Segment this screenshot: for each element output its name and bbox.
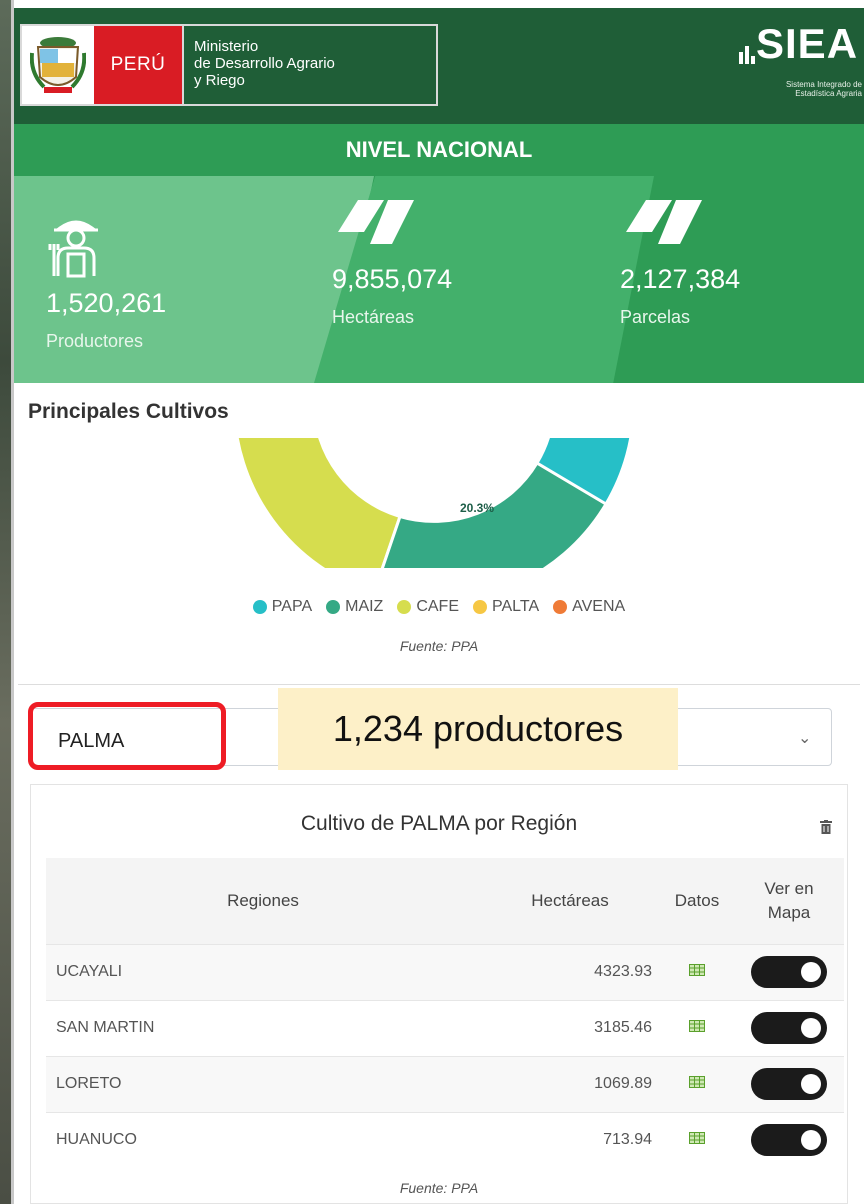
map-toggle[interactable] [734, 1111, 844, 1168]
chart-source: Fuente: PPA [399, 638, 479, 654]
legend-item-palta[interactable]: PALTA [473, 598, 539, 616]
table-row: HUANUCO 713.94 [46, 1111, 844, 1168]
productores-value: 1,520,261 [46, 288, 167, 318]
toggle-switch[interactable] [751, 956, 827, 988]
country-label: PERÚ [94, 26, 182, 104]
table-row: UCAYALI 4323.93 [46, 943, 844, 1000]
chart-legend: PAPA MAIZ CAFE PALTA AVENA [14, 598, 864, 616]
legend-label: PAPA [271, 598, 313, 615]
region-name: LORETO [46, 1055, 480, 1112]
map-icon [626, 200, 702, 244]
header-top-strip [14, 0, 864, 8]
region-hectareas: 713.94 [480, 1111, 660, 1168]
legend-label: PALTA [492, 598, 540, 615]
stat-hectareas: 9,855,074 Hectáreas [332, 264, 452, 328]
bar-chart-icon [739, 46, 755, 64]
nivel-nacional-banner: NIVEL NACIONAL [14, 124, 864, 176]
col-header-regiones[interactable]: Regiones [46, 858, 480, 944]
region-name: UCAYALI [46, 943, 480, 1000]
toggle-knob [801, 1074, 821, 1094]
section-divider [18, 684, 860, 685]
legend-dot [326, 600, 341, 614]
legend-dot [473, 600, 487, 614]
legend-label: MAIZ [345, 598, 384, 615]
trash-icon[interactable] [820, 820, 832, 834]
hectareas-label: Hectáreas [332, 307, 415, 327]
siea-wordmark: SIEA [756, 20, 859, 67]
productores-label: Productores [46, 331, 144, 351]
table-data-icon[interactable] [660, 943, 734, 1000]
farmer-icon [48, 220, 98, 278]
col-header-ver-mapa[interactable]: Ver en Mapa [734, 858, 844, 944]
legend-item-avena[interactable]: AVENA [553, 598, 625, 616]
table-row: SAN MARTIN 3185.46 [46, 999, 844, 1056]
legend-label: CAFE [416, 598, 459, 615]
stat-parcelas: 2,127,384 Parcelas [620, 264, 740, 328]
legend-dot [553, 600, 568, 614]
table-data-icon[interactable] [660, 999, 734, 1056]
ministry-line-2: de Desarrollo Agrario [194, 55, 335, 72]
legend-item-maiz[interactable]: MAIZ [326, 598, 383, 616]
table-data-icon[interactable] [660, 1055, 734, 1112]
regions-table: Regiones Hectáreas Datos Ver en Mapa UCA… [46, 858, 844, 1168]
stat-productores: 1,520,261 Productores [46, 288, 166, 352]
legend-label: AVENA [572, 598, 626, 615]
toggle-knob [801, 962, 821, 982]
productores-callout: 1,234 productores [278, 688, 678, 770]
stats-panel: 1,520,261 Productores 9,855,074 Hectárea… [14, 176, 864, 383]
col-header-hectareas[interactable]: Hectáreas [480, 858, 660, 944]
map-icon [338, 200, 414, 244]
legend-dot [397, 600, 412, 614]
ministry-name: Ministerio de Desarrollo Agrario y Riego [184, 26, 436, 104]
region-name: HUANUCO [46, 1111, 480, 1168]
donut-slice-label: 20.3% [460, 501, 494, 515]
header: PERÚ Ministerio de Desarrollo Agrario y … [14, 0, 864, 124]
legend-dot [252, 600, 267, 614]
table-title: Cultivo de PALMA por Región [300, 812, 578, 835]
parcelas-label: Parcelas [620, 307, 691, 327]
highlight-annotation [28, 702, 226, 770]
map-toggle[interactable] [734, 1055, 844, 1112]
coat-of-arms-icon [22, 26, 94, 104]
toggle-switch[interactable] [751, 1012, 827, 1044]
table-row: LORETO 1069.89 [46, 1055, 844, 1112]
toggle-switch[interactable] [751, 1124, 827, 1157]
col-header-datos[interactable]: Datos [660, 858, 734, 944]
section-title-cultivos: Principales Cultivos [28, 400, 229, 423]
region-hectareas: 3185.46 [480, 999, 660, 1056]
region-hectareas: 4323.93 [480, 943, 660, 1000]
siea-logo[interactable]: SIEA Sistema Integrado de Estadística Ag… [734, 20, 864, 104]
background-window-strip [0, 0, 14, 1204]
region-name: SAN MARTIN [46, 999, 480, 1056]
col-header-ver-line2: Mapa [767, 902, 811, 922]
col-header-ver-line1: Ver en [764, 878, 814, 898]
donut-slice-cafe[interactable] [234, 438, 402, 568]
donut-chart: 20.3% [14, 438, 864, 568]
toggle-switch[interactable] [751, 1068, 827, 1100]
toggle-knob [801, 1018, 821, 1038]
parcelas-value: 2,127,384 [620, 264, 741, 294]
region-hectareas: 1069.89 [480, 1055, 660, 1112]
chevron-down-icon[interactable]: ⌄ [798, 728, 811, 748]
ministry-line-3: y Riego [194, 72, 245, 89]
table-header-row: Regiones Hectáreas Datos Ver en Mapa [46, 858, 844, 944]
siea-panel: PERÚ Ministerio de Desarrollo Agrario y … [14, 0, 864, 1204]
siea-subtitle: Sistema Integrado de Estadística Agraria [785, 80, 862, 98]
legend-item-papa[interactable]: PAPA [252, 598, 313, 616]
toggle-knob [801, 1130, 821, 1151]
ministry-line-1: Ministerio [194, 38, 259, 55]
government-badge[interactable]: PERÚ Ministerio de Desarrollo Agrario y … [20, 24, 438, 106]
table-source: Fuente: PPA [399, 1180, 479, 1196]
map-toggle[interactable] [734, 999, 844, 1056]
table-data-icon[interactable] [660, 1111, 734, 1168]
hectareas-value: 9,855,074 [332, 264, 453, 294]
legend-item-cafe[interactable]: CAFE [397, 598, 459, 616]
map-toggle[interactable] [734, 943, 844, 1000]
